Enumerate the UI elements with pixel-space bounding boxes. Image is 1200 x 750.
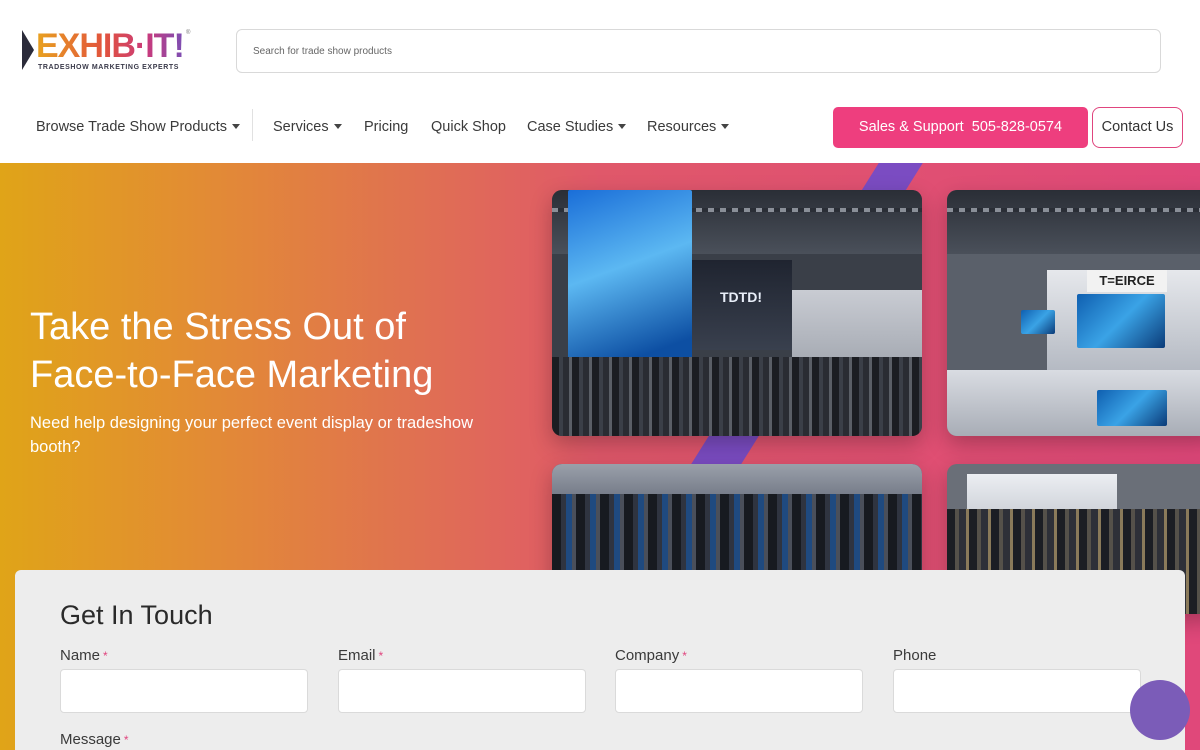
email-label: Email *: [338, 647, 383, 664]
photo-booth-sign: TDTD!: [720, 289, 762, 305]
nav-label: Browse Trade Show Products: [36, 119, 228, 135]
nav-label: Resources: [647, 119, 717, 135]
contact-form: Get In Touch Name * Email * Company * Phone…: [15, 570, 1185, 750]
nav-label: Services: [273, 119, 329, 135]
name-field[interactable]: [60, 669, 308, 713]
sales-label: Sales & Support: [858, 119, 964, 135]
sales-support-button[interactable]: Sales & Support 505-828-0574: [833, 107, 1088, 148]
logo-wordmark: EXHIB·IT!: [36, 27, 185, 65]
required-marker: *: [682, 649, 687, 663]
phone-label: Phone: [893, 647, 936, 664]
field-label-text: Name: [60, 647, 101, 664]
company-label: Company *: [615, 647, 687, 664]
phone-field[interactable]: [893, 669, 1141, 713]
logo-arrow-icon: [22, 30, 34, 70]
nav-quick-shop[interactable]: Quick Shop: [431, 105, 506, 149]
nav-divider: [252, 109, 253, 141]
email-field[interactable]: [338, 669, 586, 713]
photo-booth-sign: T=EIRCE: [1087, 270, 1167, 292]
caret-down-icon: [618, 123, 627, 129]
sales-phone: 505-828-0574: [971, 119, 1063, 135]
site-header: EXHIB·IT! ® TRADESHOW MARKETING EXPERTS …: [0, 0, 1200, 163]
nav-pricing[interactable]: Pricing: [364, 105, 408, 149]
logo-tagline: TRADESHOW MARKETING EXPERTS: [38, 64, 180, 71]
message-label: Message *: [60, 731, 129, 748]
field-label-text: Phone: [893, 647, 937, 664]
nav-case-studies[interactable]: Case Studies: [527, 105, 627, 149]
caret-down-icon: [333, 123, 342, 129]
tradeshow-photo: TDTD!: [552, 190, 922, 436]
contact-us-button[interactable]: Contact Us: [1092, 107, 1183, 148]
name-label: Name *: [60, 647, 108, 664]
field-label-text: Message: [60, 731, 121, 748]
nav-label: Pricing: [364, 119, 409, 135]
nav-label: Case Studies: [527, 119, 614, 135]
exhibit-logo[interactable]: EXHIB·IT! ® TRADESHOW MARKETING EXPERTS: [22, 28, 202, 76]
hero-title: Take the Stress Out of Face-to-Face Mark…: [30, 303, 530, 399]
chat-widget-button[interactable]: [1130, 680, 1190, 740]
photo-screen: [1021, 310, 1055, 334]
hero-title-line: Face-to-Face Marketing: [30, 354, 434, 396]
field-label-text: Email: [338, 647, 376, 664]
form-title: Get In Touch: [60, 600, 213, 630]
caret-down-icon: [721, 123, 730, 129]
photo-crowd: [552, 357, 922, 436]
required-marker: *: [123, 733, 129, 747]
hero-subtitle: Need help designing your perfect event d…: [30, 414, 474, 456]
photo-screen: [1077, 294, 1165, 348]
field-label-text: Company: [615, 647, 680, 664]
caret-down-icon: [232, 123, 241, 129]
company-field[interactable]: [615, 669, 863, 713]
hero-title-line: Take the Stress Out of: [30, 306, 406, 348]
tradeshow-photo: T=EIRCE: [947, 190, 1200, 436]
photo-screen: [1097, 390, 1167, 426]
photo-truss: [947, 208, 1200, 212]
logo-registered-mark: ®: [186, 30, 191, 36]
nav-browse-products[interactable]: Browse Trade Show Products: [36, 105, 241, 149]
required-marker: *: [103, 649, 108, 663]
nav-resources[interactable]: Resources: [647, 105, 730, 149]
search-input[interactable]: [237, 30, 1160, 72]
photo-ceiling: [947, 190, 1200, 254]
nav-label: Quick Shop: [431, 119, 506, 135]
main-nav: Browse Trade Show Products Services Pric…: [0, 105, 820, 149]
required-marker: *: [378, 649, 384, 663]
nav-services[interactable]: Services: [273, 105, 342, 149]
search-bar[interactable]: [236, 29, 1161, 73]
